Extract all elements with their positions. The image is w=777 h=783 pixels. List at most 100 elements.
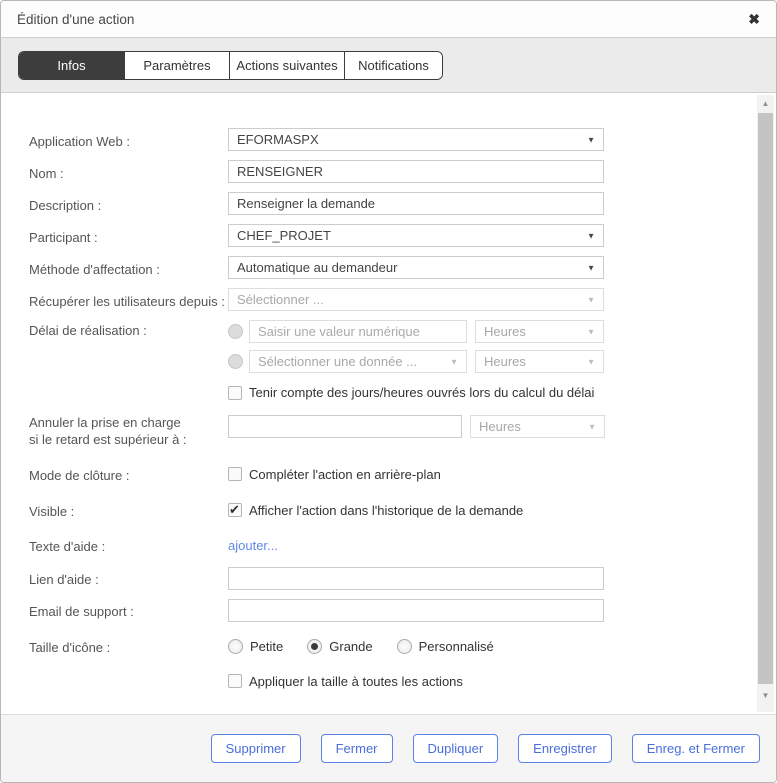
tab-band: Infos Paramètres Actions suivantes Notif… <box>1 38 776 93</box>
annuler-prise-unit-select[interactable]: Heures ▼ <box>470 415 605 438</box>
dupliquer-button[interactable]: Dupliquer <box>413 734 499 763</box>
nom-input[interactable] <box>228 160 604 183</box>
appliquer-taille-label: Appliquer la taille à toutes les actions <box>249 674 463 689</box>
row-email-support: Email de support : <box>29 599 732 622</box>
participant-value: CHEF_PROJET <box>237 228 331 243</box>
delai-numeric-row: Heures ▼ <box>228 320 604 343</box>
annuler-prise-unit-value: Heures <box>479 419 521 434</box>
email-support-input[interactable] <box>228 599 604 622</box>
mode-cloture-checkbox-label: Compléter l'action en arrière-plan <box>249 467 441 482</box>
texte-aide-add-link[interactable]: ajouter... <box>228 538 278 553</box>
recuperer-utilisateurs-value: Sélectionner ... <box>237 292 324 307</box>
delai-data-select[interactable]: Sélectionner une donnée ... ▼ <box>249 350 467 373</box>
annuler-prise-input[interactable] <box>228 415 462 438</box>
supprimer-button[interactable]: Supprimer <box>211 734 301 763</box>
scroll-up-icon[interactable]: ▲ <box>757 95 774 112</box>
scroll-down-icon[interactable]: ▼ <box>757 687 774 704</box>
identifiant-interne-label: Identifiant interne : <box>29 709 228 714</box>
chevron-down-icon: ▼ <box>587 231 595 240</box>
description-label: Description : <box>29 195 228 213</box>
appliquer-taille-spacer <box>29 680 228 683</box>
taille-icone-label: Taille d'icône : <box>29 637 228 655</box>
business-days-label: Tenir compte des jours/heures ouvrés lor… <box>249 385 594 400</box>
visible-checkbox-label: Afficher l'action dans l'historique de l… <box>249 503 523 518</box>
delai-data-unit-select[interactable]: Heures ▼ <box>475 350 604 373</box>
scrollbar-thumb[interactable] <box>758 113 773 684</box>
tab-actions-suivantes[interactable]: Actions suivantes <box>229 52 344 79</box>
chevron-down-icon: ▼ <box>588 422 596 431</box>
row-annuler-prise: Annuler la prise en charge si le retard … <box>29 415 732 449</box>
delai-data-radio[interactable] <box>228 354 243 369</box>
row-identifiant-interne: Identifiant interne : 1 <box>29 707 732 714</box>
description-input[interactable] <box>228 192 604 215</box>
delai-data-value: Sélectionner une donnée ... <box>258 354 417 369</box>
enregistrer-button[interactable]: Enregistrer <box>518 734 612 763</box>
texte-aide-label: Texte d'aide : <box>29 536 228 554</box>
form-content: Application Web : EFORMASPX ▼ Nom : Desc… <box>1 93 776 714</box>
application-web-value: EFORMASPX <box>237 132 319 147</box>
row-appliquer-taille: Appliquer la taille à toutes les actions <box>29 670 732 693</box>
taille-petite-radio[interactable] <box>228 639 243 654</box>
row-nom: Nom : <box>29 160 732 183</box>
recuperer-utilisateurs-label: Récupérer les utilisateurs depuis : <box>29 291 228 309</box>
annuler-prise-label-line1: Annuler la prise en charge <box>29 415 181 430</box>
row-lien-aide: Lien d'aide : <box>29 567 732 590</box>
row-description: Description : <box>29 192 732 215</box>
mode-cloture-checkbox[interactable] <box>228 467 242 481</box>
dialog-footer: Supprimer Fermer Dupliquer Enregistrer E… <box>1 714 776 782</box>
appliquer-taille-checkbox[interactable] <box>228 674 242 688</box>
delai-realisation-label: Délai de réalisation : <box>29 320 228 338</box>
tab-infos[interactable]: Infos <box>19 52 124 79</box>
taille-personnalise-radio[interactable] <box>397 639 412 654</box>
row-participant: Participant : CHEF_PROJET ▼ <box>29 224 732 247</box>
visible-label: Visible : <box>29 501 228 519</box>
application-web-select[interactable]: EFORMASPX ▼ <box>228 128 604 151</box>
participant-label: Participant : <box>29 227 228 245</box>
annuler-prise-label-line2: si le retard est supérieur à : <box>29 432 187 447</box>
close-icon[interactable]: ✖ <box>748 12 760 26</box>
visible-checkbox[interactable] <box>228 503 242 517</box>
delai-business-days-row: Tenir compte des jours/heures ouvrés lor… <box>228 385 604 400</box>
application-web-label: Application Web : <box>29 131 228 149</box>
row-texte-aide: Texte d'aide : ajouter... <box>29 534 732 557</box>
dialog-title: Édition d'une action <box>17 12 134 27</box>
taille-grande-radio[interactable] <box>307 639 322 654</box>
chevron-down-icon: ▼ <box>587 263 595 272</box>
tab-parametres[interactable]: Paramètres <box>124 52 229 79</box>
taille-grande-label: Grande <box>329 639 372 654</box>
row-visible: Visible : Afficher l'action dans l'histo… <box>29 499 732 522</box>
taille-petite-label: Petite <box>250 639 283 654</box>
mode-cloture-label: Mode de clôture : <box>29 465 228 483</box>
lien-aide-input[interactable] <box>228 567 604 590</box>
row-recuperer-utilisateurs: Récupérer les utilisateurs depuis : Séle… <box>29 288 732 311</box>
row-delai-realisation: Délai de réalisation : Heures ▼ <box>29 320 732 400</box>
participant-select[interactable]: CHEF_PROJET ▼ <box>228 224 604 247</box>
delai-numeric-input[interactable] <box>249 320 467 343</box>
chevron-down-icon: ▼ <box>587 327 595 336</box>
business-days-checkbox[interactable] <box>228 386 242 400</box>
enreg-et-fermer-button[interactable]: Enreg. et Fermer <box>632 734 760 763</box>
chevron-down-icon: ▼ <box>587 357 595 366</box>
nom-label: Nom : <box>29 163 228 181</box>
annuler-prise-label: Annuler la prise en charge si le retard … <box>29 415 228 449</box>
identifiant-interne-value: 1 <box>228 711 235 714</box>
edit-action-dialog: Édition d'une action ✖ Infos Paramètres … <box>0 0 777 783</box>
taille-personnalise-label: Personnalisé <box>419 639 494 654</box>
recuperer-utilisateurs-select[interactable]: Sélectionner ... ▼ <box>228 288 604 311</box>
email-support-label: Email de support : <box>29 601 228 619</box>
fermer-button[interactable]: Fermer <box>321 734 393 763</box>
delai-numeric-unit-select[interactable]: Heures ▼ <box>475 320 604 343</box>
lien-aide-label: Lien d'aide : <box>29 569 228 587</box>
chevron-down-icon: ▼ <box>587 135 595 144</box>
row-mode-cloture: Mode de clôture : Compléter l'action en … <box>29 463 732 486</box>
row-methode-affectation: Méthode d'affectation : Automatique au d… <box>29 256 732 279</box>
tab-group: Infos Paramètres Actions suivantes Notif… <box>18 51 443 80</box>
methode-affectation-label: Méthode d'affectation : <box>29 259 228 277</box>
delai-data-row: Sélectionner une donnée ... ▼ Heures ▼ <box>228 350 604 373</box>
tab-notifications[interactable]: Notifications <box>344 52 442 79</box>
delai-data-unit-value: Heures <box>484 354 526 369</box>
row-taille-icone: Taille d'icône : Petite Grande Personnal… <box>29 635 732 658</box>
methode-affectation-select[interactable]: Automatique au demandeur ▼ <box>228 256 604 279</box>
delai-numeric-radio[interactable] <box>228 324 243 339</box>
vertical-scrollbar[interactable]: ▲ ▼ <box>757 95 774 712</box>
